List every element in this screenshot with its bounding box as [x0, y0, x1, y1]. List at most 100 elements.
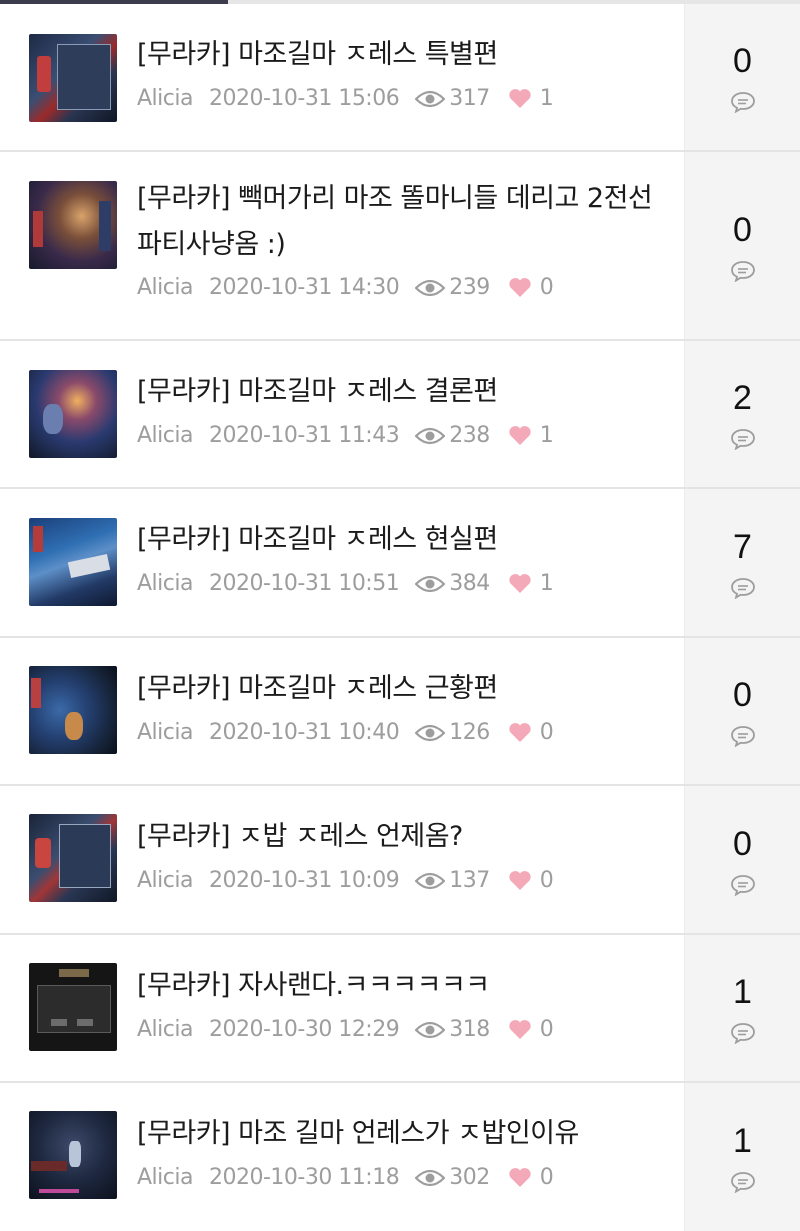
post-likes: 1	[539, 86, 554, 111]
post-views: 318	[449, 1017, 490, 1042]
comment-count: 0	[733, 210, 752, 249]
heart-icon	[509, 1168, 531, 1187]
post-title[interactable]: [무라카] 마조 길마 언레스가 ㅈ밥인이유	[137, 1111, 657, 1157]
heart-icon	[509, 723, 531, 742]
eye-icon	[415, 1021, 446, 1038]
post-author: Alicia	[137, 86, 193, 111]
post-meta: Alicia 2020-10-31 15:06 317 1	[137, 86, 554, 111]
comment-count: 0	[733, 42, 752, 80]
comment-count-box[interactable]: 0	[684, 4, 800, 150]
post-likes: 1	[539, 571, 554, 596]
post-views: 384	[449, 571, 490, 596]
post-meta: Alicia 2020-10-30 12:29 318 0	[137, 1017, 554, 1042]
comment-bubble-icon	[730, 260, 755, 282]
post-thumbnail	[29, 963, 117, 1051]
post-likes: 0	[539, 275, 554, 300]
post-author: Alicia	[137, 1165, 193, 1190]
post-meta: Alicia 2020-10-31 10:51 384 1	[137, 571, 554, 596]
heart-icon	[509, 574, 531, 593]
post-date: 2020-10-31 14:30	[208, 275, 400, 300]
list-item[interactable]: [무라카] 마조길마 ㅈ레스 특별편 Alicia 2020-10-31 15:…	[0, 4, 800, 152]
post-title[interactable]: [무라카] 빽머가리 마조 똘마니들 데리고 2전선 파티사냥옴 :)	[137, 176, 657, 268]
post-views: 238	[449, 423, 490, 448]
comment-count-box[interactable]: 0	[684, 786, 800, 933]
post-date: 2020-10-31 15:06	[208, 86, 400, 111]
post-title[interactable]: [무라카] 마조길마 ㅈ레스 결론편	[137, 369, 657, 415]
comment-count-box[interactable]: 0	[684, 152, 800, 339]
post-meta: Alicia 2020-10-31 14:30 239 0	[137, 275, 554, 300]
post-date: 2020-10-30 12:29	[208, 1017, 400, 1042]
post-author: Alicia	[137, 423, 193, 448]
post-title[interactable]: [무라카] ㅈ밥 ㅈ레스 언제옴?	[137, 814, 657, 860]
list-item[interactable]: [무라카] 마조길마 ㅈ레스 현실편 Alicia 2020-10-31 10:…	[0, 489, 800, 638]
post-likes: 0	[539, 1165, 554, 1190]
comment-count-box[interactable]: 0	[684, 638, 800, 784]
comment-count-box[interactable]: 2	[684, 341, 800, 487]
eye-icon	[415, 872, 446, 889]
post-likes: 1	[539, 423, 554, 448]
comment-bubble-icon	[730, 92, 755, 113]
list-item[interactable]: [무라카] 마조 길마 언레스가 ㅈ밥인이유 Alicia 2020-10-30…	[0, 1083, 800, 1231]
post-thumbnail	[29, 814, 117, 902]
comment-count: 7	[733, 527, 752, 566]
list-item[interactable]: [무라카] ㅈ밥 ㅈ레스 언제옴? Alicia 2020-10-31 10:0…	[0, 786, 800, 935]
post-views: 137	[449, 868, 490, 893]
comment-bubble-icon	[730, 1172, 755, 1193]
comment-count-box[interactable]: 7	[684, 489, 800, 636]
eye-icon	[415, 1169, 446, 1186]
heart-icon	[509, 871, 531, 890]
comment-bubble-icon	[730, 874, 755, 896]
post-date: 2020-10-31 10:51	[208, 571, 400, 596]
post-title[interactable]: [무라카] 자사랜다.ㅋㅋㅋㅋㅋㅋ	[137, 963, 657, 1009]
eye-icon	[415, 279, 446, 296]
post-list: [무라카] 마조길마 ㅈ레스 특별편 Alicia 2020-10-31 15:…	[0, 4, 800, 1231]
post-meta: Alicia 2020-10-31 10:09 137 0	[137, 868, 554, 893]
list-item[interactable]: [무라카] 마조길마 ㅈ레스 근황편 Alicia 2020-10-31 10:…	[0, 638, 800, 786]
post-meta: Alicia 2020-10-30 11:18 302 0	[137, 1165, 554, 1190]
comment-count: 2	[733, 379, 752, 417]
post-author: Alicia	[137, 868, 193, 893]
post-author: Alicia	[137, 720, 193, 745]
comment-count: 1	[733, 1122, 752, 1160]
eye-icon	[415, 90, 446, 107]
comment-count-box[interactable]: 1	[684, 935, 800, 1081]
comment-count: 0	[733, 676, 752, 714]
heart-icon	[509, 1020, 531, 1039]
eye-icon	[415, 575, 446, 592]
post-author: Alicia	[137, 571, 193, 596]
post-date: 2020-10-31 11:43	[208, 423, 400, 448]
post-likes: 0	[539, 1017, 554, 1042]
eye-icon	[415, 724, 446, 741]
post-date: 2020-10-31 10:40	[208, 720, 400, 745]
comment-count-box[interactable]: 1	[684, 1083, 800, 1231]
post-meta: Alicia 2020-10-31 11:43 238 1	[137, 423, 554, 448]
post-title[interactable]: [무라카] 마조길마 ㅈ레스 특별편	[137, 32, 657, 78]
post-title[interactable]: [무라카] 마조길마 ㅈ레스 근황편	[137, 666, 657, 712]
comment-count: 0	[733, 824, 752, 863]
post-thumbnail	[29, 370, 117, 458]
post-meta: Alicia 2020-10-31 10:40 126 0	[137, 720, 554, 745]
list-item[interactable]: [무라카] 빽머가리 마조 똘마니들 데리고 2전선 파티사냥옴 :) Alic…	[0, 152, 800, 341]
comment-bubble-icon	[730, 726, 755, 747]
post-likes: 0	[539, 720, 554, 745]
comment-bubble-icon	[730, 577, 755, 599]
post-views: 239	[449, 275, 490, 300]
post-thumbnail	[29, 518, 117, 606]
post-thumbnail	[29, 666, 117, 754]
post-author: Alicia	[137, 275, 193, 300]
post-thumbnail	[29, 181, 117, 269]
eye-icon	[415, 427, 446, 444]
heart-icon	[509, 426, 531, 445]
post-date: 2020-10-30 11:18	[208, 1165, 400, 1190]
post-views: 126	[449, 720, 490, 745]
post-likes: 0	[539, 868, 554, 893]
list-item[interactable]: [무라카] 자사랜다.ㅋㅋㅋㅋㅋㅋ Alicia 2020-10-30 12:2…	[0, 935, 800, 1083]
post-thumbnail	[29, 1111, 117, 1199]
list-item[interactable]: [무라카] 마조길마 ㅈ레스 결론편 Alicia 2020-10-31 11:…	[0, 341, 800, 489]
heart-icon	[509, 89, 531, 108]
comment-count: 1	[733, 973, 752, 1011]
post-views: 317	[449, 86, 490, 111]
post-title[interactable]: [무라카] 마조길마 ㅈ레스 현실편	[137, 517, 657, 563]
comment-bubble-icon	[730, 1023, 755, 1044]
heart-icon	[509, 278, 531, 297]
